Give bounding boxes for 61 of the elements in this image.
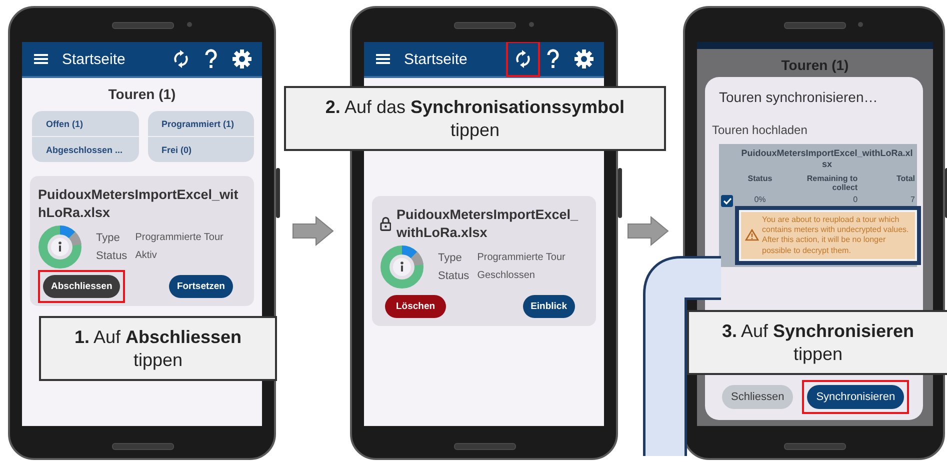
camera-dot [186,22,192,27]
donut-chart-drawing [380,245,424,290]
column-header: Total [895,174,915,182]
checkbox[interactable] [721,194,733,206]
field-label: Status [96,250,128,262]
field-value: Aktiv [135,250,158,262]
field-label: Type [96,232,121,244]
help-icon[interactable] [204,49,218,69]
tour-name: PuidouxMetersImportExcel_withLoRa.xlsx [38,186,240,222]
field-value: Programmierte Tour [135,232,224,244]
right-arrow-icon [292,216,334,246]
field-label: Status [438,270,470,282]
sync-icon[interactable] [514,50,532,68]
right-arrow-icon [627,216,669,246]
field-value: Geschlossen [477,270,536,282]
dialog-button[interactable]: Synchronisieren [807,385,904,409]
speaker-slot [784,22,846,29]
table-title: PuidouxMetersImportExcel_withLoRa.xlsx [740,148,914,170]
dialog-button[interactable]: Schliessen [722,385,794,409]
lock-icon [380,216,392,232]
column-header: Status [746,174,774,182]
instruction-callout: 1. Auf Abschliessen tippen [39,316,277,381]
field-label: Type [438,252,463,264]
app-title: Startseite [62,50,126,68]
instruction-callout: 2. Auf das Synchronisationssymbol tippen [284,86,666,151]
speaker-slot [784,443,846,450]
speaker-slot [454,443,516,450]
filter-chip[interactable]: Frei (0) [148,136,254,162]
speaker-slot [454,22,516,29]
settings-icon[interactable] [232,49,252,69]
donut-chart-drawing [38,225,82,270]
app-title: Startseite [404,50,468,68]
warning-text: You are about to reupload a tour which contains meters with undecrypted values. After this action, it will be no longer possible to decrypt them. [762,214,910,256]
table-cell-text: 0 [852,194,858,204]
filter-chip[interactable]: Abgeschlossen ... [32,136,138,162]
filter-chip[interactable]: Programmiert (1) [148,111,254,136]
table-cell-text: 7 [910,194,915,204]
help-icon[interactable] [546,49,560,69]
section-title: Touren hochladen [711,122,808,139]
dialog-title: Touren synchronisieren… [718,89,879,105]
table-cell-text: 0% [753,194,767,204]
settings-icon[interactable] [574,49,594,69]
action-button[interactable]: Löschen [385,295,446,318]
warning-icon [745,229,759,242]
speaker-slot [112,443,174,450]
action-button[interactable]: Einblick [522,295,575,318]
camera-dot [528,22,534,27]
action-button[interactable]: Fortsetzen [168,275,233,298]
filter-chip[interactable]: Offen (1) [32,111,138,136]
tour-name: PuidouxMetersImportExcel_withLoRa.xlsx [396,206,580,242]
menu-icon[interactable] [376,53,390,65]
menu-icon[interactable] [34,53,48,65]
action-button[interactable]: Abschliessen [43,275,120,298]
column-header: Remaining to collect [806,174,858,192]
field-value: Programmierte Tour [477,252,566,264]
screen-heading: Touren (1) [107,85,177,104]
sync-icon[interactable] [172,50,190,68]
camera-dot [858,22,863,27]
speaker-slot [112,22,174,29]
screen-heading: Touren (1) [780,56,850,75]
instruction-callout: 3. Auf Synchronisieren tippen [687,310,947,375]
